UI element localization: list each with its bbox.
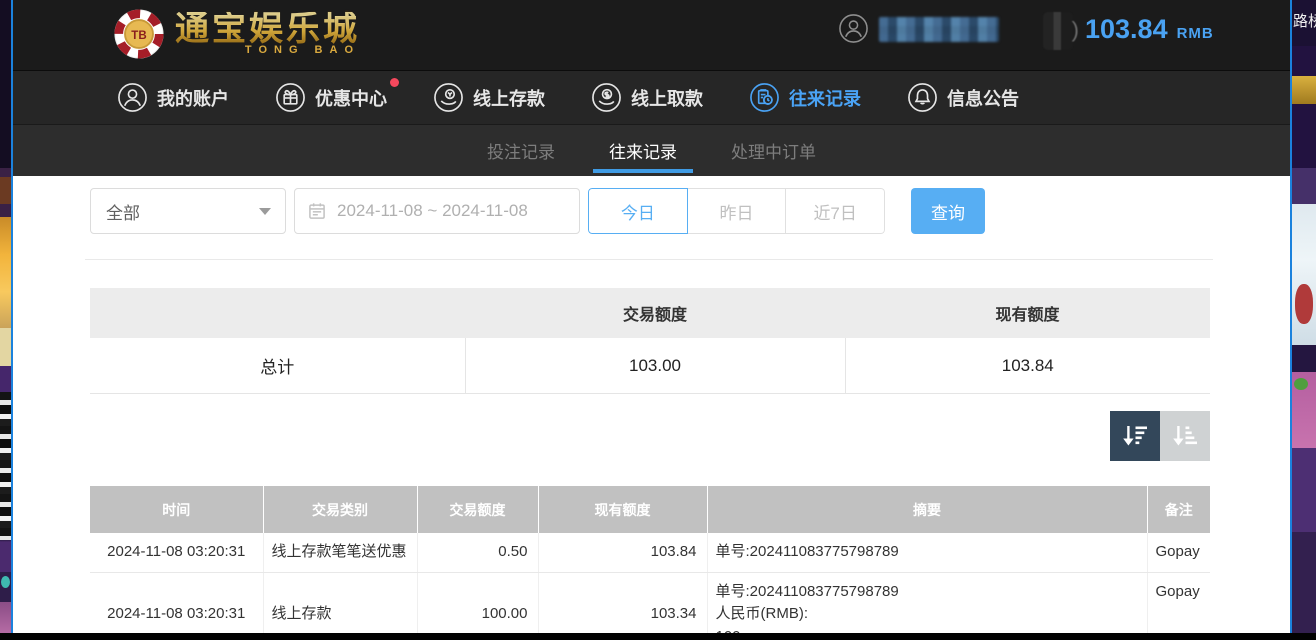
summary-table: 交易额度 现有额度 总计 103.00 103.84 xyxy=(90,288,1210,394)
summary-current-balance: 103.84 xyxy=(845,338,1210,394)
summary-header-empty xyxy=(90,288,465,338)
category-select[interactable]: 全部 xyxy=(90,188,286,234)
quick-range-group: 今日昨日近7日 xyxy=(588,188,885,234)
logo-title: 通宝娱乐城 xyxy=(175,12,360,48)
summary-total-row: 总计 103.00 103.84 xyxy=(90,338,1210,394)
overlay-right-border xyxy=(1290,0,1292,633)
quick-range-昨日[interactable]: 昨日 xyxy=(688,188,787,234)
main-navigation: 我的账户 优惠中心 线上存款 线上取款 往来记录 信息公告 xyxy=(13,70,1290,124)
cell-time: 2024-11-08 03:20:31 xyxy=(90,572,263,634)
notification-badge-dot xyxy=(390,78,399,87)
records-icon xyxy=(749,82,780,113)
record-tabs: 投注记录 往来记录 处理中订单 xyxy=(13,124,1290,176)
overlay-left-border xyxy=(11,0,13,633)
cell-summary: 单号:202411083775798789 xyxy=(707,533,1147,572)
cell-summary: 单号:202411083775798789人民币(RMB):100 xyxy=(707,572,1147,634)
nav-item-label: 线上取款 xyxy=(631,85,703,111)
casino-chip-logo-icon: TB xyxy=(113,8,165,60)
logo-subtitle: TONG BAO xyxy=(245,44,360,56)
background-game-thumbnail xyxy=(1295,284,1313,324)
balance-currency: RMB xyxy=(1177,25,1214,42)
cell-current-balance: 103.34 xyxy=(538,572,707,634)
nav-item-线上取款[interactable]: 线上取款 xyxy=(591,82,703,113)
nav-item-我的账户[interactable]: 我的账户 xyxy=(117,82,229,113)
records-content: 全部 2024-11-08 ~ 2024-11-08 今日昨日近7日 查询 xyxy=(13,176,1290,634)
wallet-refresh-icon-redacted[interactable] xyxy=(1043,12,1073,50)
date-range-value: 2024-11-08 ~ 2024-11-08 xyxy=(337,201,528,221)
background-decor xyxy=(1292,76,1316,104)
nav-item-优惠中心[interactable]: 优惠中心 xyxy=(275,82,387,113)
summary-header-transaction: 交易额度 xyxy=(465,288,845,338)
cell-transaction-type: 线上存款笔笔送优惠 xyxy=(263,533,417,572)
section-divider xyxy=(85,259,1213,260)
tab-投注记录[interactable]: 投注记录 xyxy=(487,125,555,176)
cell-transaction-type: 线上存款 xyxy=(263,572,417,634)
background-page-left-strip xyxy=(0,0,11,633)
sort-ascending-icon[interactable] xyxy=(1160,411,1210,461)
records-col-header: 交易类别 xyxy=(263,486,417,533)
records-col-header: 摘要 xyxy=(707,486,1147,533)
withdraw-icon xyxy=(591,82,622,113)
nav-item-往来记录[interactable]: 往来记录 xyxy=(749,82,861,113)
cell-transaction-amount: 0.50 xyxy=(417,533,538,572)
cell-note: Gopay xyxy=(1147,572,1210,634)
chevron-down-icon xyxy=(259,208,271,215)
records-col-header: 时间 xyxy=(90,486,263,533)
deposit-icon xyxy=(433,82,464,113)
gift-icon xyxy=(275,82,306,113)
balance-amount: 103.84 xyxy=(1085,14,1168,45)
summary-header-row: 交易额度 现有额度 xyxy=(90,288,1210,338)
quick-range-今日[interactable]: 今日 xyxy=(588,188,688,234)
nav-item-信息公告[interactable]: 信息公告 xyxy=(907,82,1019,113)
logo-text: 通宝娱乐城 TONG BAO xyxy=(175,12,360,57)
browser-viewport: TB 通宝娱乐城 TONG BAO 103.84 RMB 我的账户优惠中心线上存… xyxy=(0,0,1316,640)
background-text: 路桥 xyxy=(1293,10,1316,31)
qr-code-fragment xyxy=(0,392,11,540)
site-logo[interactable]: TB 通宝娱乐城 TONG BAO xyxy=(113,8,360,60)
calendar-icon xyxy=(307,201,327,221)
tab-处理中订单[interactable]: 处理中订单 xyxy=(731,125,816,176)
cell-note: Gopay xyxy=(1147,533,1210,572)
nav-item-label: 线上存款 xyxy=(473,85,545,111)
sort-descending-icon[interactable] xyxy=(1110,411,1160,461)
cell-time: 2024-11-08 03:20:31 xyxy=(90,533,263,572)
nav-item-label: 信息公告 xyxy=(947,85,1019,111)
search-button[interactable]: 查询 xyxy=(911,188,985,234)
records-table: 时间交易类别交易额度现有额度摘要备注 2024-11-08 03:20:31线上… xyxy=(90,486,1210,634)
background-page-right-strip: 路桥 xyxy=(1292,0,1316,633)
nav-item-线上存款[interactable]: 线上存款 xyxy=(433,82,545,113)
summary-header-balance: 现有额度 xyxy=(845,288,1210,338)
transaction-records-page: TB 通宝娱乐城 TONG BAO 103.84 RMB 我的账户优惠中心线上存… xyxy=(13,0,1290,633)
site-header: TB 通宝娱乐城 TONG BAO 103.84 RMB xyxy=(13,0,1290,70)
svg-text:TB: TB xyxy=(131,30,146,42)
table-row: 2024-11-08 03:20:31线上存款笔笔送优惠0.50103.84单号… xyxy=(90,533,1210,572)
user-icon xyxy=(117,82,148,113)
records-header-row: 时间交易类别交易额度现有额度摘要备注 xyxy=(90,486,1210,533)
summary-total-label: 总计 xyxy=(90,338,465,394)
bell-icon xyxy=(907,82,938,113)
records-col-header: 现有额度 xyxy=(538,486,707,533)
summary-transaction-total: 103.00 xyxy=(465,338,845,394)
sort-toggle-group xyxy=(1110,411,1210,461)
background-decor xyxy=(1,576,10,588)
tab-往来记录[interactable]: 往来记录 xyxy=(609,125,677,176)
quick-range-近7日[interactable]: 近7日 xyxy=(786,188,885,234)
cell-current-balance: 103.84 xyxy=(538,533,707,572)
window-bottom-edge xyxy=(0,633,1316,640)
cell-transaction-amount: 100.00 xyxy=(417,572,538,634)
nav-item-label: 优惠中心 xyxy=(315,85,387,111)
date-range-input[interactable]: 2024-11-08 ~ 2024-11-08 xyxy=(294,188,580,234)
nav-item-label: 往来记录 xyxy=(789,85,861,111)
user-avatar-icon[interactable] xyxy=(838,13,869,44)
category-select-value: 全部 xyxy=(106,199,140,224)
background-decor xyxy=(1294,378,1308,390)
balance-display: 103.84 RMB xyxy=(1085,14,1214,45)
table-row: 2024-11-08 03:20:31线上存款100.00103.34单号:20… xyxy=(90,572,1210,634)
username-redacted xyxy=(879,17,999,42)
records-col-header: 备注 xyxy=(1147,486,1210,533)
records-col-header: 交易额度 xyxy=(417,486,538,533)
nav-item-label: 我的账户 xyxy=(157,85,229,111)
